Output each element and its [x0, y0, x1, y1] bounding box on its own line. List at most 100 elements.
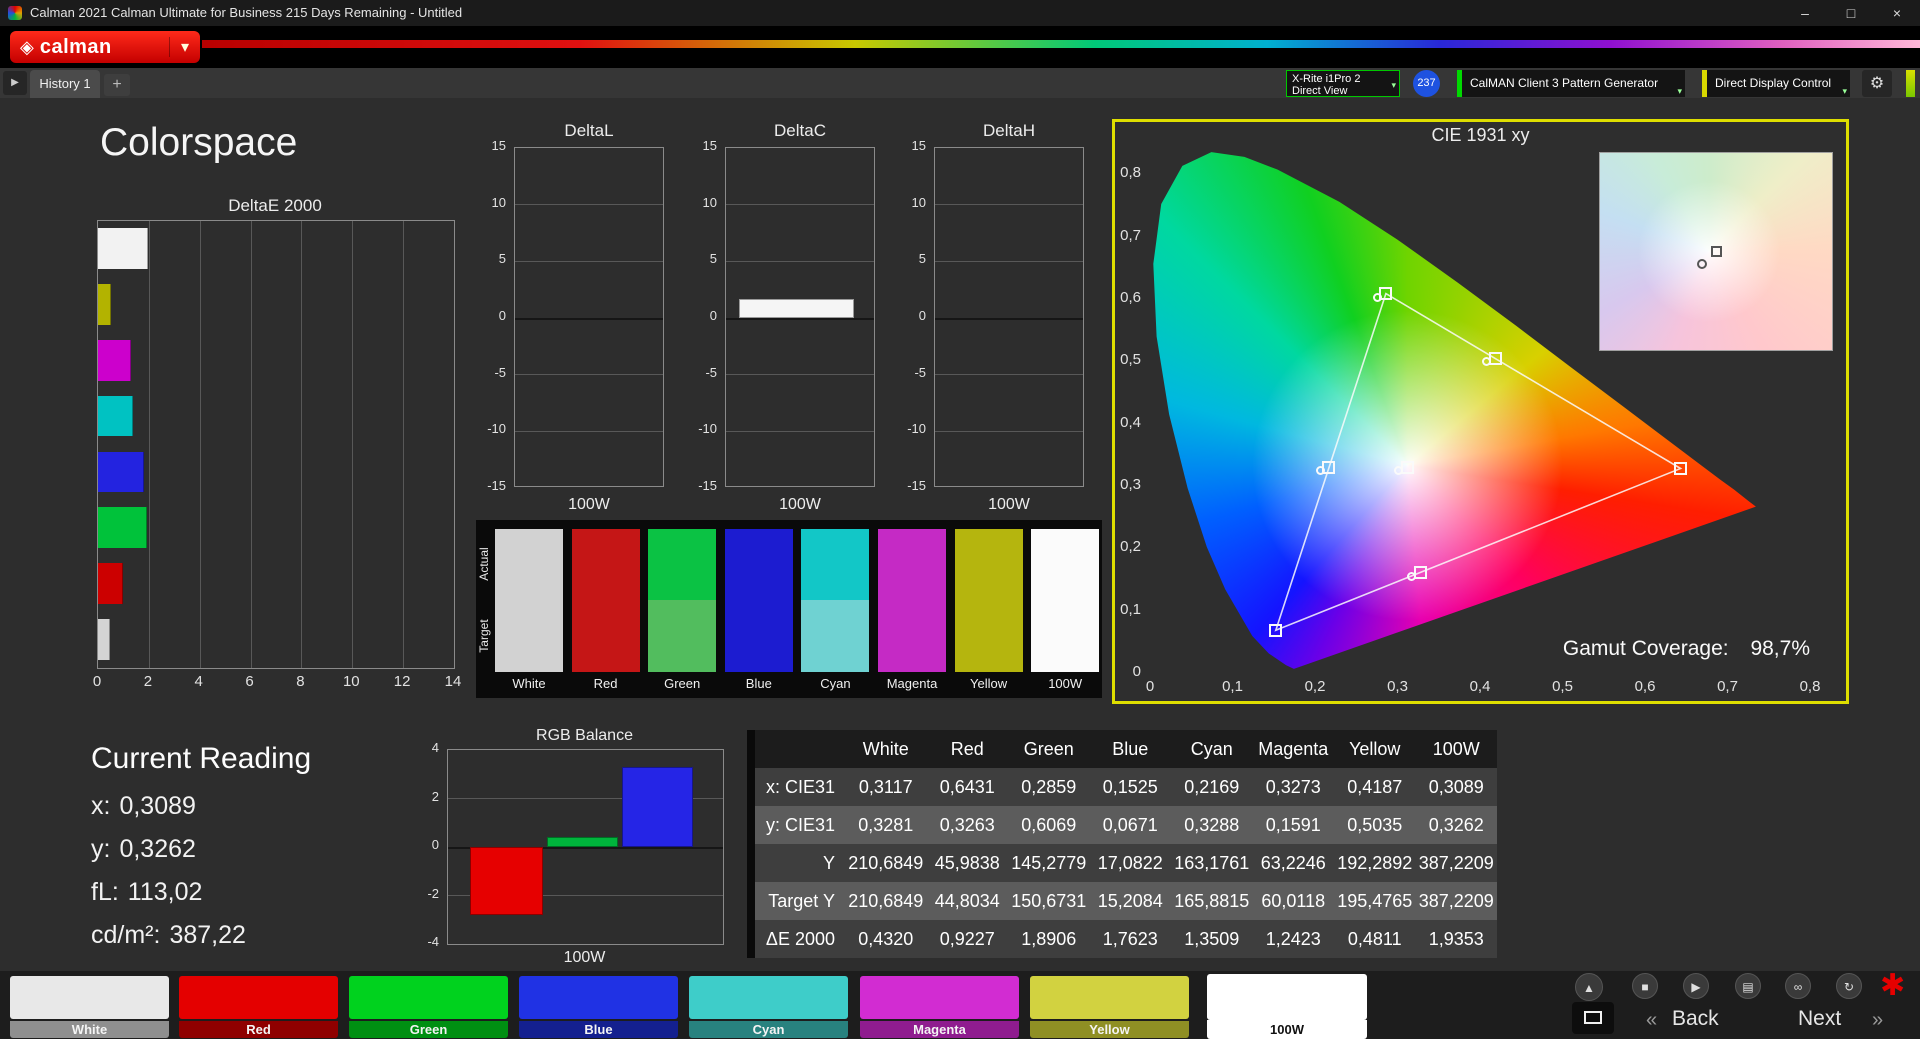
- table-cell: 1,7623: [1102, 929, 1158, 949]
- pattern-button-green[interactable]: Green: [349, 971, 508, 1039]
- y-tick-label: -15: [907, 478, 926, 493]
- table-cell: 0,2169: [1184, 777, 1240, 797]
- pattern-label: Green: [349, 1021, 508, 1038]
- compare-target-yellow: [954, 600, 1023, 672]
- tab-history-1[interactable]: History 1: [30, 70, 100, 98]
- y-tick-label: 15: [491, 138, 506, 153]
- minimize-icon[interactable]: –: [1782, 0, 1828, 26]
- title-bar: Calman 2021 Calman Ultimate for Business…: [0, 0, 1920, 26]
- cie-x-tick: 0,6: [1634, 678, 1656, 695]
- refresh-button[interactable]: ↻: [1836, 973, 1862, 999]
- close-icon[interactable]: ×: [1874, 0, 1920, 26]
- pattern-label: White: [10, 1021, 169, 1038]
- chevron-down-icon: ▾: [1842, 86, 1847, 96]
- save-button[interactable]: ▤: [1735, 973, 1761, 999]
- gridline: [352, 221, 354, 668]
- chevron-down-icon: ▾: [1677, 86, 1682, 96]
- table-header-row: White Red Green Blue Cyan Magenta Yellow 100W: [755, 730, 1497, 768]
- pattern-swatch: [179, 976, 338, 1019]
- table-cell: 1,3509: [1184, 929, 1240, 949]
- delta-e-chart: [97, 220, 455, 669]
- rgb-balance-x-label: 100W: [563, 949, 606, 966]
- pattern-swatch: [689, 976, 848, 1019]
- delta-e-bar-magenta: [98, 339, 131, 381]
- reading-y: y: 0,3262: [91, 835, 196, 863]
- compare-actual-100w: [1031, 529, 1100, 600]
- delta-e-bar-blue: [98, 451, 144, 493]
- pattern-label: Red: [179, 1021, 338, 1038]
- window-title: Calman 2021 Calman Ultimate for Business…: [30, 5, 463, 20]
- pattern-button-blue[interactable]: Blue: [519, 971, 678, 1039]
- table-cell: 1,8906: [1021, 929, 1077, 949]
- chevron-down-icon: ▾: [1391, 80, 1396, 90]
- gridline: [403, 221, 405, 668]
- table-cell: 0,4320: [858, 929, 914, 949]
- tab-bar: ▶ History 1 + X-Rite i1Pro 2 Direct View…: [0, 68, 1920, 98]
- table-cell: 0,6431: [939, 777, 995, 797]
- gridline: [726, 374, 874, 376]
- cie-x-tick: 0,2: [1304, 678, 1326, 695]
- maximize-icon[interactable]: □: [1828, 0, 1874, 26]
- settings-gear-button[interactable]: ⚙: [1862, 70, 1892, 97]
- y-tick-label: 0: [431, 837, 439, 852]
- pattern-button-100w[interactable]: 100W: [1207, 971, 1367, 1039]
- pattern-button-red[interactable]: Red: [179, 971, 338, 1039]
- cie-y-tick: 0: [1132, 663, 1141, 680]
- calman-logo-button[interactable]: ◈ calman ▾: [10, 31, 200, 63]
- table-cell: 192,2892: [1337, 853, 1413, 873]
- table-cell: 150,6731: [1011, 891, 1087, 911]
- pattern-button-cyan[interactable]: Cyan: [689, 971, 848, 1039]
- cie-y-tick: 0,5: [1120, 351, 1141, 369]
- next-button[interactable]: Next: [1798, 1007, 1841, 1031]
- pattern-button-magenta[interactable]: Magenta: [860, 971, 1019, 1039]
- table-cell: 210,6849: [848, 853, 924, 873]
- pattern-swatch: [1030, 976, 1189, 1019]
- x-tick-label: 12: [393, 673, 411, 690]
- rgb-bar-blue: [622, 767, 693, 847]
- table-row: x: CIE31 0,3117 0,6431 0,2859 0,1525 0,2169 0,…: [755, 768, 1497, 806]
- app-icon: [8, 6, 22, 20]
- link-button[interactable]: ∞: [1785, 973, 1811, 999]
- table-row: Y 210,6849 45,9838 145,2779 17,0822 163,1761 6…: [755, 844, 1497, 882]
- y-tick-label: -15: [698, 478, 717, 493]
- table-cell: 0,3089: [1428, 777, 1484, 797]
- delta-e-bar-yellow: [98, 283, 112, 325]
- x-tick-label: 6: [245, 673, 254, 690]
- eject-button[interactable]: ▲: [1575, 973, 1603, 1001]
- y-tick-label: 5: [918, 251, 926, 267]
- table-cell: 0,3117: [858, 777, 913, 797]
- pattern-window-icon: [1584, 1011, 1602, 1024]
- table-cell: 0,4187: [1347, 777, 1403, 797]
- pattern-button-white[interactable]: White: [10, 971, 169, 1039]
- pattern-button-yellow[interactable]: Yellow: [1030, 971, 1189, 1039]
- delta-e-bar-white: [98, 619, 110, 660]
- meter-line2: Direct View: [1292, 85, 1348, 97]
- table-cell: 45,9838: [934, 853, 1000, 873]
- compare-actual-white: [495, 529, 563, 600]
- meter-dropdown[interactable]: X-Rite i1Pro 2 Direct View ▾: [1286, 70, 1400, 97]
- pattern-window-button[interactable]: [1572, 1002, 1614, 1034]
- x-axis-label: 100W: [568, 496, 610, 513]
- table-cell: 15,2084: [1097, 891, 1163, 911]
- pattern-generator-dropdown[interactable]: CalMAN Client 3 Pattern Generator ▾: [1457, 70, 1685, 97]
- y-tick-label: -5: [705, 364, 717, 380]
- y-tick-label: -4: [427, 934, 439, 949]
- gridline: [250, 221, 252, 668]
- table-header-cell: White: [862, 739, 909, 759]
- table-header-cell: Green: [1023, 739, 1074, 759]
- delta-plot-deltah: [934, 147, 1084, 487]
- reading-cdm2: cd/m²: 387,22: [91, 921, 246, 949]
- compare-actual-yellow: [954, 529, 1023, 600]
- bottom-bar: ▲ ■ ▶ ▤ ∞ ↻ ✱ « Back Next » White Red Gree…: [0, 971, 1920, 1039]
- gamut-coverage-label: Gamut Coverage:: [1562, 637, 1729, 660]
- play-button[interactable]: ▶: [1683, 973, 1709, 999]
- display-control-dropdown[interactable]: Direct Display Control ▾: [1702, 70, 1850, 97]
- tab-nav-button[interactable]: ▶: [3, 71, 27, 95]
- back-button[interactable]: Back: [1672, 1007, 1719, 1031]
- cie-y-tick: 0,3: [1120, 475, 1141, 493]
- stop-button[interactable]: ■: [1632, 973, 1658, 999]
- table-cell: 387,2209: [1418, 853, 1494, 873]
- compare-actual-blue: [724, 529, 793, 600]
- cie-measured-marker-green: [1372, 292, 1382, 302]
- add-tab-button[interactable]: +: [104, 74, 130, 96]
